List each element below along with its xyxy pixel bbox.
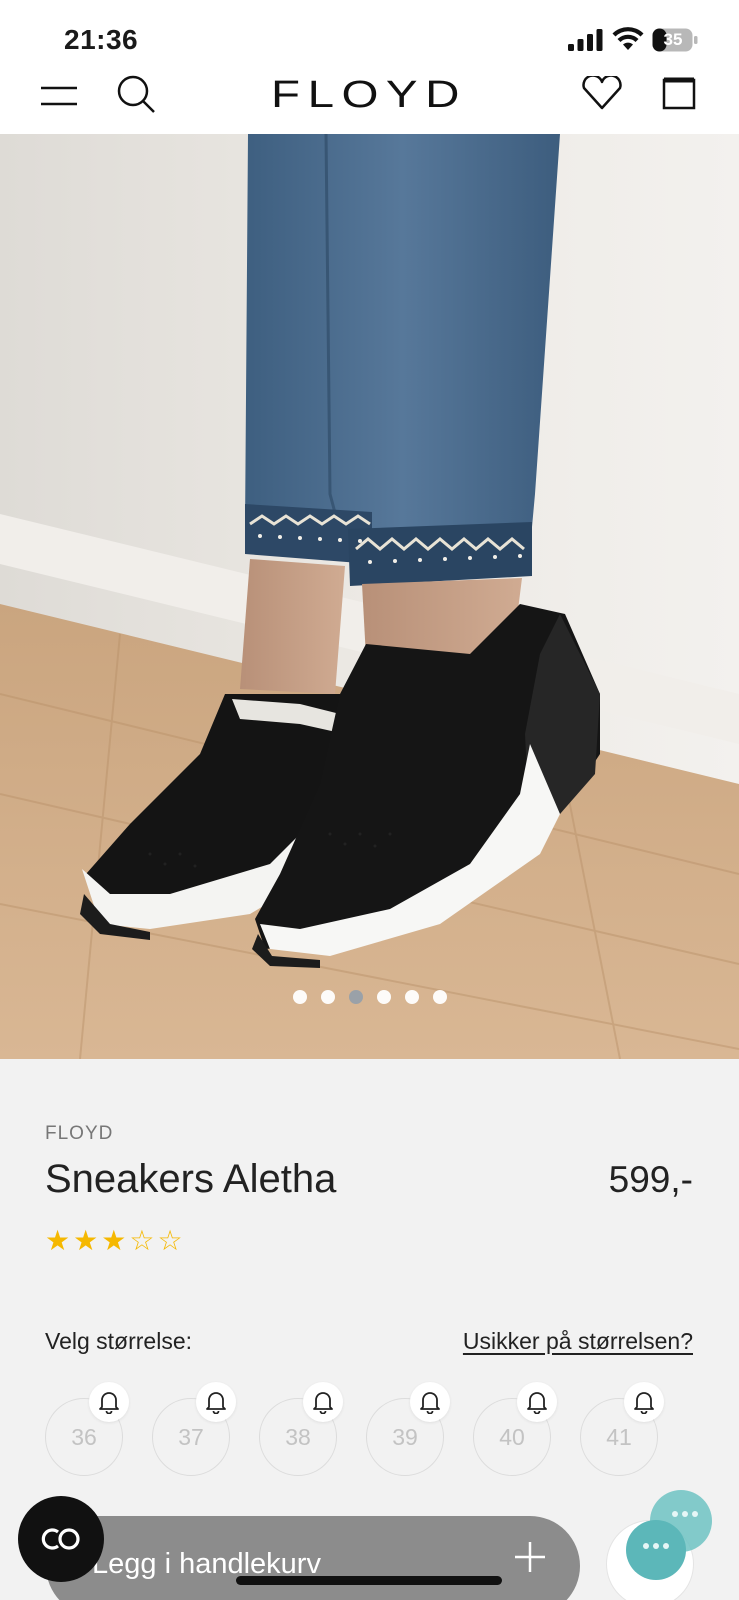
chat-dots-icon [643, 1543, 669, 1549]
chat-dots-icon [672, 1511, 698, 1517]
product-page: 21:36 35 FLOYD FLOYD Sneakers Aletha 599… [0, 0, 739, 1600]
carousel-dot[interactable] [376, 990, 391, 1004]
status-bar: 21:36 35 [0, 0, 739, 78]
brand-logo[interactable]: FLOYD [240, 75, 498, 115]
status-time: 21:36 [64, 24, 139, 55]
size-select-label: Velg størrelse: [45, 1328, 192, 1354]
home-indicator [236, 1576, 502, 1585]
size-option[interactable]: 36 [45, 1382, 129, 1476]
notify-bell-icon[interactable] [410, 1382, 450, 1422]
size-options: 36 37 38 39 40 41 [45, 1382, 664, 1476]
product-brand[interactable]: FLOYD [45, 1123, 113, 1145]
product-image-carousel[interactable] [0, 134, 739, 1059]
site-header: FLOYD [0, 70, 739, 134]
size-option[interactable]: 39 [366, 1382, 450, 1476]
carousel-dot[interactable] [292, 990, 307, 1004]
shopping-bag-icon[interactable] [662, 74, 696, 110]
co-logo-icon [41, 1528, 80, 1550]
size-option[interactable]: 37 [152, 1382, 236, 1476]
size-option[interactable]: 41 [580, 1382, 664, 1476]
size-option[interactable]: 40 [473, 1382, 557, 1476]
notify-bell-icon[interactable] [517, 1382, 557, 1422]
carousel-dot[interactable] [432, 990, 447, 1004]
heart-icon[interactable] [581, 76, 623, 110]
wifi-icon [612, 27, 644, 50]
notify-bell-icon[interactable] [89, 1382, 129, 1422]
size-option[interactable]: 38 [259, 1382, 343, 1476]
notify-bell-icon[interactable] [303, 1382, 343, 1422]
size-guide-link[interactable]: Usikker på størrelsen? [463, 1328, 693, 1355]
star-filled-icon: ★ [101, 1225, 127, 1256]
carousel-dot-active[interactable] [348, 990, 363, 1004]
product-photo [0, 134, 739, 1059]
cellular-signal-icon [568, 29, 603, 51]
notify-bell-icon[interactable] [624, 1382, 664, 1422]
chat-button[interactable] [626, 1520, 686, 1580]
product-rating[interactable]: ★ ★ ★ ☆ ☆ [45, 1227, 183, 1255]
star-filled-icon: ★ [45, 1225, 71, 1256]
menu-icon[interactable] [40, 84, 78, 108]
search-icon[interactable] [115, 73, 157, 115]
product-name: Sneakers Aletha [45, 1157, 337, 1201]
carousel-dot[interactable] [404, 990, 419, 1004]
product-price: 599,- [608, 1159, 693, 1200]
star-filled-icon: ★ [73, 1225, 99, 1256]
battery-percentage: 35 [663, 30, 683, 49]
plus-icon [515, 1542, 545, 1572]
star-outline-icon: ☆ [129, 1225, 155, 1256]
co-badge-button[interactable] [18, 1496, 104, 1582]
carousel-pagination [0, 990, 739, 1014]
notify-bell-icon[interactable] [196, 1382, 236, 1422]
star-outline-icon: ☆ [157, 1225, 183, 1256]
carousel-dot[interactable] [320, 990, 335, 1004]
